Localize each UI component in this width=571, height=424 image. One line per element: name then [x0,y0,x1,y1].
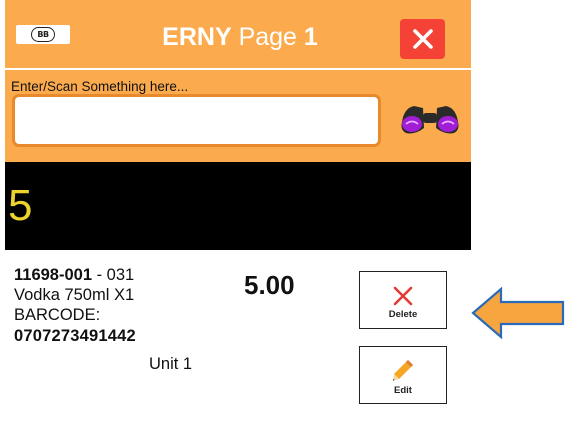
close-icon [412,29,433,49]
delete-label: Delete [388,309,418,320]
delete-icon [393,286,413,306]
header: BB ERNY Page 1 Enter/Scan Something here… [5,0,471,162]
title-page-number: 1 [303,23,318,51]
edit-label: Edit [394,385,412,396]
close-button[interactable] [400,19,445,59]
edit-button[interactable]: Edit [359,346,447,404]
item-code-main: 11698-001 [14,266,92,284]
barcode-value: 0707273491442 [14,327,136,345]
pencil-icon [393,360,413,381]
app-screen: BB ERNY Page 1 Enter/Scan Something here… [5,0,471,424]
item-count: 5 [8,181,33,230]
header-divider [5,68,471,70]
item-quantity: 5.00 [244,270,295,300]
scan-label: Enter/Scan Something here... [11,79,189,94]
count-bar: 5 [5,162,471,250]
list-item: 11698-001 - 031 Vodka 750ml X1 BARCODE: … [5,250,471,424]
item-unit: Unit 1 [149,355,193,373]
scan-input[interactable] [12,94,381,147]
title-bar: BB ERNY Page 1 [5,0,471,68]
item-code-suffix: - 031 [92,266,135,284]
delete-button[interactable]: Delete [359,271,447,329]
item-name: Vodka 750ml X1 [14,286,135,304]
barcode-label: BARCODE: [14,306,101,324]
item-code: 11698-001 - 031 [14,266,134,285]
title-page-word: Page [238,23,297,51]
pointer-arrow-icon [471,286,565,340]
title-app-name: ERNY [162,23,232,51]
binoculars-icon[interactable] [397,102,463,138]
